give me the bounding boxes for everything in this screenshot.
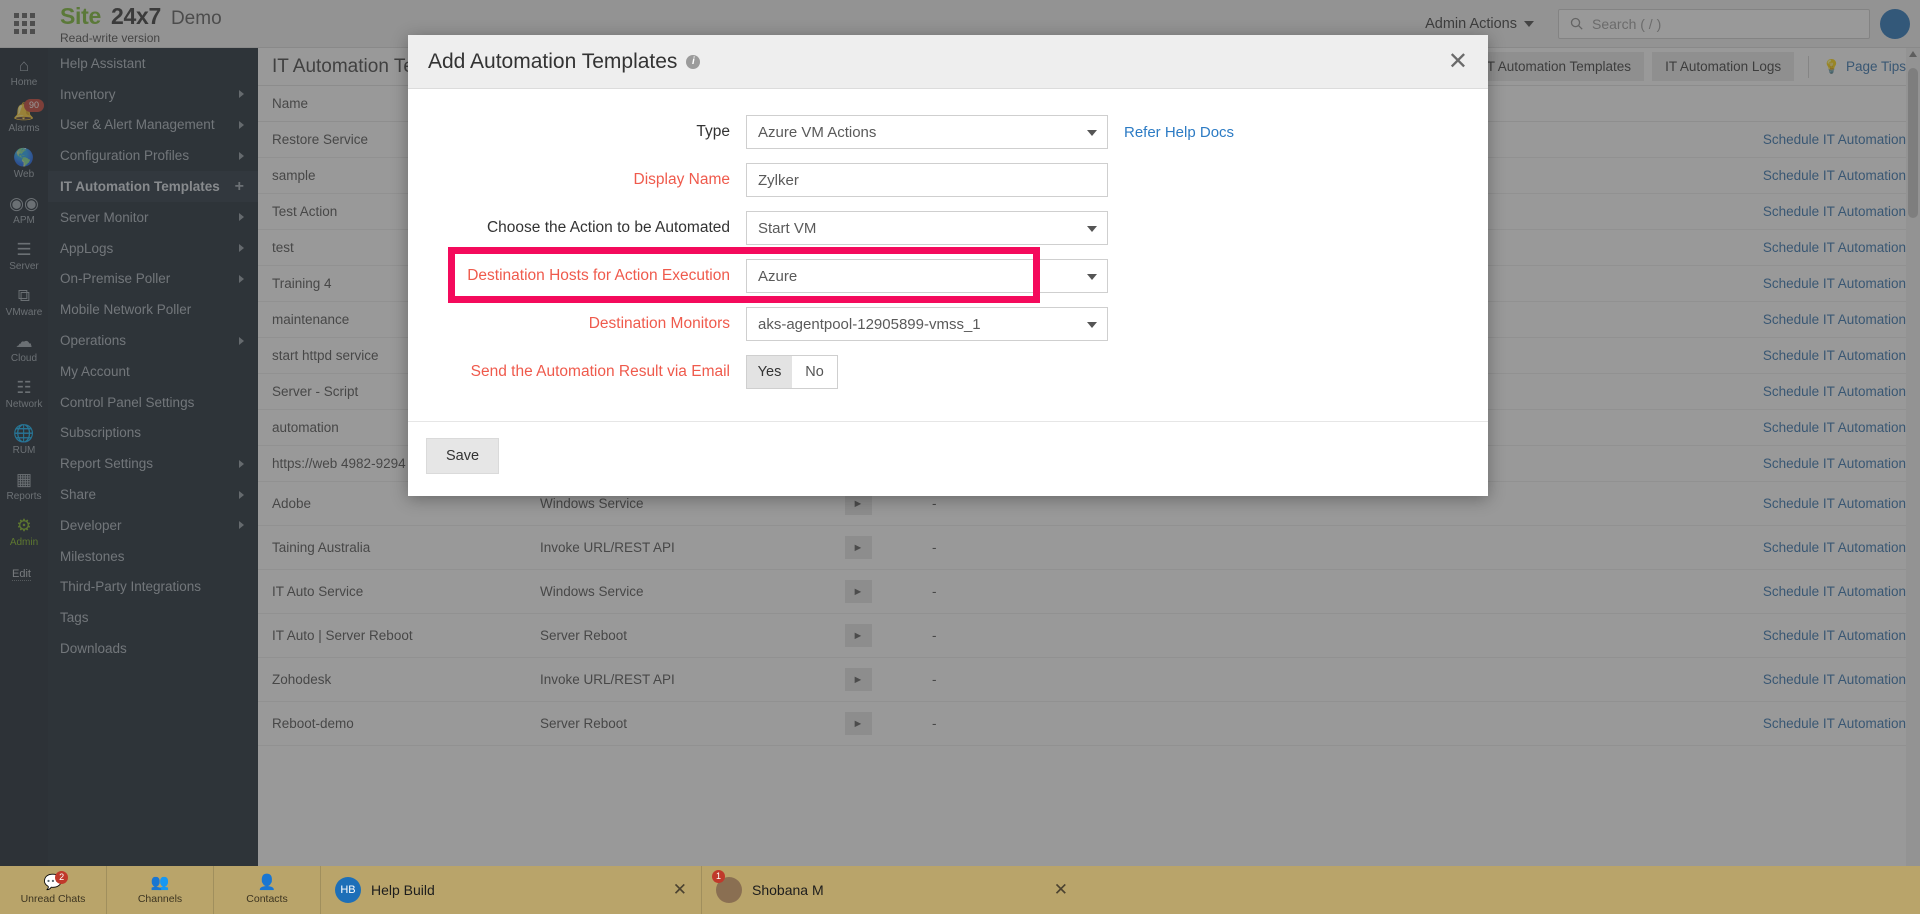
save-button[interactable]: Save: [426, 438, 499, 474]
type-value: Azure VM Actions: [758, 124, 876, 141]
action-value: Start VM: [758, 220, 816, 237]
field-row-action: Choose the Action to be Automated Start …: [408, 211, 1488, 245]
chat-tool-channels[interactable]: 👥 Channels: [107, 866, 213, 914]
display-name-value: Zylker: [758, 172, 799, 189]
chevron-down-icon: [1087, 130, 1097, 136]
chat-tools: 2 💬 Unread Chats 👥 Channels 👤 Contacts: [0, 866, 320, 914]
destination-hosts-select[interactable]: Azure: [746, 259, 1108, 293]
destination-monitors-select[interactable]: aks-agentpool-12905899-vmss_1: [746, 307, 1108, 341]
action-select[interactable]: Start VM: [746, 211, 1108, 245]
dialog-title: Add Automation Templates: [428, 50, 677, 74]
send-email-toggle[interactable]: Yes No: [746, 355, 838, 389]
app-root: Site24x7 Demo Read-write version Admin A…: [0, 0, 1920, 914]
display-name-input[interactable]: Zylker: [746, 163, 1108, 197]
send-email-label: Send the Automation Result via Email: [408, 363, 746, 381]
action-control: Start VM: [746, 211, 1108, 245]
display-name-control: Zylker: [746, 163, 1108, 197]
chat-tool-contacts[interactable]: 👤 Contacts: [214, 866, 320, 914]
dialog-footer: Save: [408, 422, 1488, 496]
chat-window-help-build[interactable]: HB Help Build ✕: [321, 866, 701, 914]
refer-help-docs-link[interactable]: Refer Help Docs: [1124, 124, 1234, 141]
unread-badge: 2: [55, 871, 68, 884]
chat-window-name: Help Build: [371, 882, 435, 898]
field-row-type: Type Azure VM Actions Refer Help Docs: [408, 115, 1488, 149]
action-label: Choose the Action to be Automated: [408, 219, 746, 237]
unread-badge: 1: [712, 870, 725, 883]
destination-hosts-value: Azure: [758, 268, 797, 285]
destination-hosts-label: Destination Hosts for Action Execution: [408, 267, 746, 285]
type-label: Type: [408, 123, 746, 141]
chevron-down-icon: [1087, 226, 1097, 232]
close-icon[interactable]: ✕: [1054, 880, 1068, 900]
chat-tool-label: Unread Chats: [21, 893, 86, 905]
chat-window-name: Shobana M: [752, 882, 824, 898]
destination-monitors-value: aks-agentpool-12905899-vmss_1: [758, 316, 981, 333]
person-icon: 👤: [258, 875, 277, 891]
destination-monitors-control: aks-agentpool-12905899-vmss_1: [746, 307, 1108, 341]
type-select[interactable]: Azure VM Actions: [746, 115, 1108, 149]
info-icon[interactable]: i: [686, 55, 700, 69]
add-automation-templates-dialog: Add Automation Templates i ✕ Type Azure …: [408, 35, 1488, 496]
send-email-control: Yes No: [746, 355, 838, 389]
field-row-destination-monitors: Destination Monitors aks-agentpool-12905…: [408, 307, 1488, 341]
close-icon[interactable]: ✕: [1448, 52, 1468, 72]
people-icon: 👥: [151, 875, 170, 891]
field-row-send-email: Send the Automation Result via Email Yes…: [408, 355, 1488, 389]
chat-tool-label: Channels: [138, 893, 182, 905]
chat-window-shobana-m[interactable]: 1 Shobana M ✕: [702, 866, 1082, 914]
toggle-no[interactable]: No: [792, 356, 837, 388]
destination-hosts-control: Azure: [746, 259, 1108, 293]
dialog-header: Add Automation Templates i ✕: [408, 35, 1488, 89]
chat-tool-unread-chats[interactable]: 2 💬 Unread Chats: [0, 866, 106, 914]
display-name-label: Display Name: [408, 171, 746, 189]
close-icon[interactable]: ✕: [673, 880, 687, 900]
toggle-yes[interactable]: Yes: [747, 356, 792, 388]
chevron-down-icon: [1087, 274, 1097, 280]
chat-tool-label: Contacts: [246, 893, 287, 905]
type-control: Azure VM Actions: [746, 115, 1108, 149]
chevron-down-icon: [1087, 322, 1097, 328]
destination-monitors-label: Destination Monitors: [408, 315, 746, 333]
field-row-destination-hosts: Destination Hosts for Action Execution A…: [408, 259, 1488, 293]
chat-bar: 2 💬 Unread Chats 👥 Channels 👤 Contacts H…: [0, 866, 1920, 914]
dialog-body: Type Azure VM Actions Refer Help Docs Di…: [408, 89, 1488, 422]
chat-bar-filler: [1082, 866, 1920, 914]
avatar: HB: [335, 877, 361, 903]
field-row-display-name: Display Name Zylker: [408, 163, 1488, 197]
